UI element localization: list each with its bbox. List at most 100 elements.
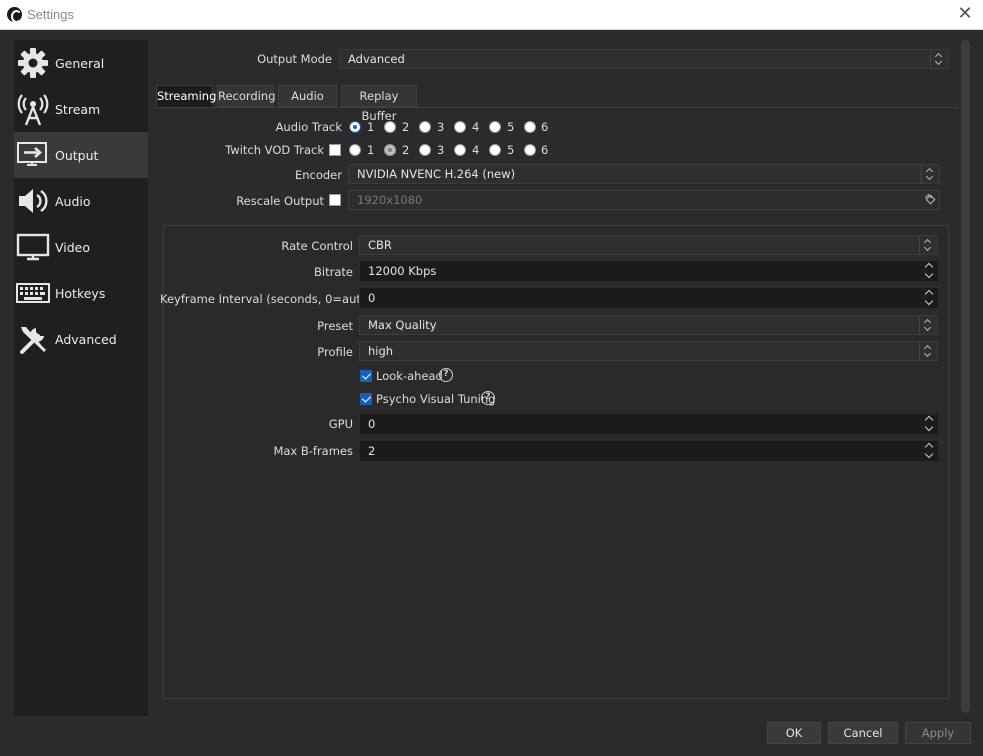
vod-track-radio-4[interactable] xyxy=(454,144,466,156)
gpu-input[interactable]: 0 xyxy=(359,413,939,435)
look-ahead-label: Look-ahead xyxy=(376,369,443,383)
gpu-label: GPU xyxy=(328,417,353,431)
sidebar-item-label: Hotkeys xyxy=(55,286,106,301)
vertical-scrollbar[interactable] xyxy=(961,40,970,713)
tab-audio[interactable]: Audio xyxy=(278,85,337,107)
spin-down-icon[interactable] xyxy=(921,424,937,434)
rescale-resolution-value: 1920x1080 xyxy=(357,193,423,207)
profile-select[interactable]: high xyxy=(359,341,938,361)
antenna-icon xyxy=(17,94,49,126)
look-ahead-checkbox[interactable] xyxy=(360,370,372,382)
keyboard-icon xyxy=(16,283,50,303)
preset-select[interactable]: Max Quality xyxy=(359,315,938,335)
rescale-resolution-select: 1920x1080 xyxy=(348,190,940,210)
encoder-select[interactable]: NVIDIA NVENC H.264 (new) xyxy=(348,164,940,184)
sidebar-item-general[interactable]: General xyxy=(14,40,148,86)
vod-track-radio-3[interactable] xyxy=(419,144,431,156)
audio-track-option: 6 xyxy=(541,120,549,134)
bitrate-input[interactable]: 12000 Kbps xyxy=(359,260,939,282)
speaker-icon xyxy=(19,189,48,213)
spin-down-icon[interactable] xyxy=(921,298,937,308)
audio-track-option: 5 xyxy=(507,120,515,134)
chevron-down-icon xyxy=(921,191,939,209)
output-mode-select[interactable]: Advanced xyxy=(339,49,949,69)
help-icon[interactable]: ? xyxy=(481,391,495,405)
updown-arrows-icon xyxy=(919,342,937,360)
audio-track-radio-1[interactable] xyxy=(349,121,361,133)
vod-track-radio-2[interactable] xyxy=(384,144,396,156)
preset-value: Max Quality xyxy=(368,318,437,332)
profile-label: Profile xyxy=(317,345,353,359)
sidebar-item-label: Video xyxy=(55,240,91,255)
keyframe-interval-value: 0 xyxy=(368,291,376,305)
sidebar-item-output[interactable]: Output xyxy=(14,132,148,178)
rescale-output-checkbox[interactable] xyxy=(329,194,341,206)
audio-track-label: Audio Track xyxy=(275,120,342,134)
monitor-icon xyxy=(16,233,50,261)
sidebar-item-audio[interactable]: Audio xyxy=(14,178,148,224)
vod-track-radio-1[interactable] xyxy=(349,144,361,156)
tab-replay-buffer[interactable]: Replay Buffer xyxy=(341,85,417,123)
audio-track-radio-6[interactable] xyxy=(524,121,536,133)
vod-track-option: 4 xyxy=(472,143,480,157)
ok-button[interactable]: OK xyxy=(767,722,821,744)
sidebar-item-label: Advanced xyxy=(55,332,117,347)
rate-control-label: Rate Control xyxy=(281,239,353,253)
updown-arrows-icon xyxy=(930,50,948,68)
rate-control-select[interactable]: CBR xyxy=(359,235,938,255)
audio-track-radio-4[interactable] xyxy=(454,121,466,133)
twitch-vod-checkbox[interactable] xyxy=(329,144,341,156)
audio-track-option: 4 xyxy=(472,120,480,134)
obs-logo-icon xyxy=(7,7,22,23)
encoder-label: Encoder xyxy=(294,168,342,182)
audio-track-option: 1 xyxy=(367,120,375,134)
updown-arrows-icon xyxy=(921,165,939,183)
keyframe-interval-input[interactable]: 0 xyxy=(359,287,939,309)
spin-down-icon[interactable] xyxy=(921,271,937,281)
psycho-visual-checkbox[interactable] xyxy=(360,393,372,405)
rate-control-value: CBR xyxy=(368,238,392,252)
window-title: Settings xyxy=(27,7,74,22)
encoder-value: NVIDIA NVENC H.264 (new) xyxy=(357,167,516,181)
tab-recording[interactable]: Recording xyxy=(217,85,276,107)
vod-track-option: 3 xyxy=(437,143,445,157)
sidebar: General Stream Output Audio Video Hotkey… xyxy=(14,40,148,716)
max-bframes-input[interactable]: 2 xyxy=(359,440,939,462)
bitrate-label: Bitrate xyxy=(314,265,353,279)
max-bframes-label: Max B-frames xyxy=(273,444,353,458)
sidebar-item-video[interactable]: Video xyxy=(14,224,148,270)
sidebar-item-label: Audio xyxy=(55,194,91,209)
apply-button[interactable]: Apply xyxy=(905,722,971,744)
audio-track-radio-3[interactable] xyxy=(419,121,431,133)
gear-icon xyxy=(18,48,48,78)
updown-arrows-icon xyxy=(919,236,937,254)
rescale-output-label: Rescale Output xyxy=(236,194,324,208)
audio-track-option: 3 xyxy=(437,120,445,134)
psycho-visual-label: Psycho Visual Tuning xyxy=(376,392,496,406)
close-icon[interactable]: ✕ xyxy=(955,4,975,24)
output-mode-value: Advanced xyxy=(348,52,405,66)
title-bar: Settings ✕ xyxy=(0,0,983,30)
sidebar-item-stream[interactable]: Stream xyxy=(14,86,148,132)
updown-arrows-icon xyxy=(919,316,937,334)
help-icon[interactable]: ? xyxy=(439,368,453,382)
twitch-vod-label: Twitch VOD Track xyxy=(225,143,324,157)
vod-track-radio-6[interactable] xyxy=(524,144,536,156)
keyframe-interval-label: Keyframe Interval (seconds, 0=auto) xyxy=(160,292,373,306)
sidebar-item-hotkeys[interactable]: Hotkeys xyxy=(14,270,148,316)
tab-streaming[interactable]: Streaming xyxy=(156,85,216,107)
sidebar-item-label: Output xyxy=(55,148,99,163)
spin-down-icon[interactable] xyxy=(921,451,937,461)
profile-value: high xyxy=(368,344,394,358)
vod-track-option: 1 xyxy=(367,143,375,157)
sidebar-item-label: General xyxy=(55,56,105,71)
preset-label: Preset xyxy=(317,319,353,333)
sidebar-item-advanced[interactable]: Advanced xyxy=(14,316,148,362)
tabs-divider xyxy=(156,107,958,108)
audio-track-radio-5[interactable] xyxy=(489,121,501,133)
vod-track-radio-5[interactable] xyxy=(489,144,501,156)
audio-track-radio-2[interactable] xyxy=(384,121,396,133)
audio-track-option: 2 xyxy=(402,120,410,134)
cancel-button[interactable]: Cancel xyxy=(828,722,898,744)
max-bframes-value: 2 xyxy=(368,444,376,458)
